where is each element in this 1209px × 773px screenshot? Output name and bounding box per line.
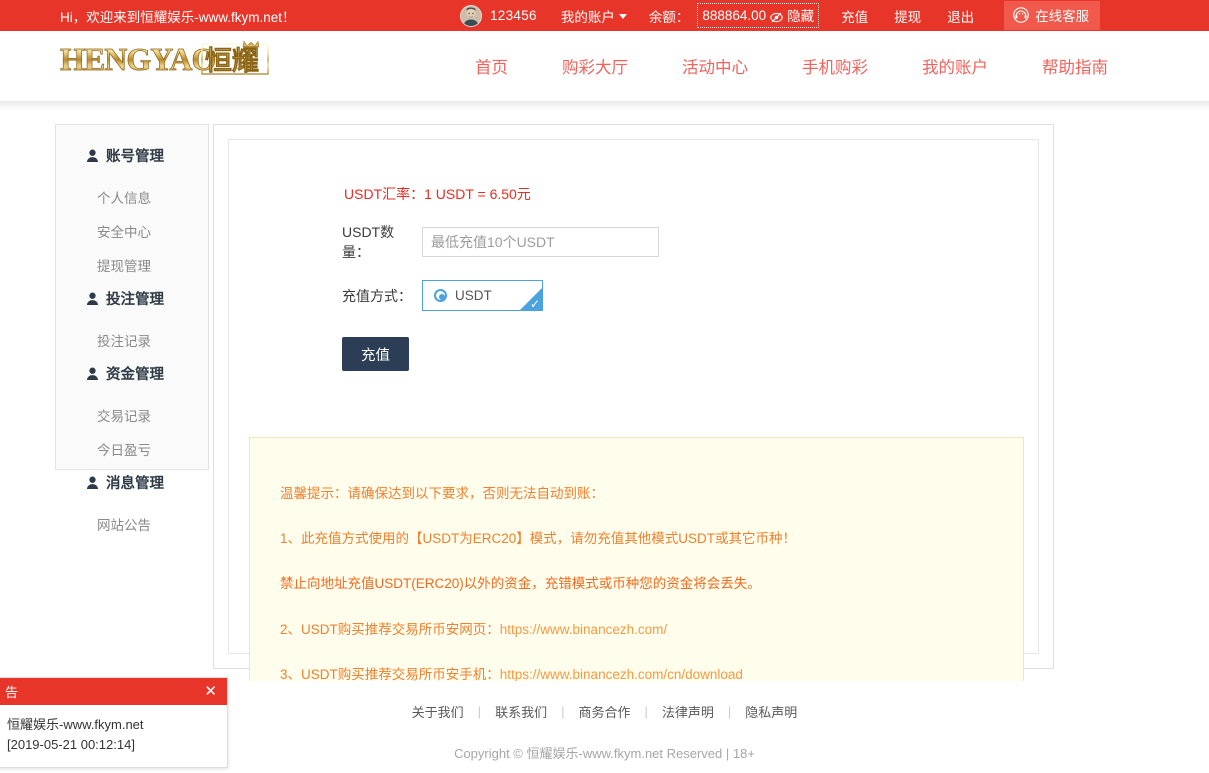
hide-balance-label: 隐藏 [787,5,814,25]
popup-header: 告 ✕ [0,678,227,705]
withdraw-link[interactable]: 提现 [894,6,921,26]
notice-content: 温馨提示：请确保达到以下要求，否则无法自动到账： 1、此充值方式使用的【USDT… [250,438,1023,683]
sidebar-item-announcements[interactable]: 网站公告 [56,507,208,541]
sidebar-group-account[interactable]: 账号管理 [56,139,208,172]
person-icon [86,149,99,163]
radio-selected-icon[interactable] [434,289,447,302]
sidebar-group-label: 资金管理 [106,363,164,384]
footer-link-legal[interactable]: 法律声明 [648,702,728,721]
footer-link-contact[interactable]: 联系我们 [481,702,561,721]
popup-title: 告 [5,682,18,701]
notice-line-1: 温馨提示：请确保达到以下要求，否则无法自动到账： [280,486,1023,502]
top-bar: Hi，欢迎来到恒耀娱乐-www.fkym.net！ 123456 我的账户 余额… [0,0,1209,31]
sidebar-item-withdraw[interactable]: 提现管理 [56,248,208,282]
popup-line-time: [2019-05-21 00:12:14] [7,735,217,755]
announcement-popup: 告 ✕ 恒耀娱乐-www.fkym.net [2019-05-21 00:12:… [0,677,228,768]
payment-method-option-label: USDT [455,288,492,303]
sidebar-group-label: 账号管理 [106,145,164,166]
site-logo[interactable]: HENGYAO 恒耀 [58,39,270,79]
content-panel-inner: USDT汇率：1 USDT = 6.50元 USDT数量： 充值方式： USDT… [228,139,1039,654]
footer-link-about[interactable]: 关于我们 [398,702,478,721]
usdt-amount-input[interactable] [422,227,659,257]
content-panel-outer: USDT汇率：1 USDT = 6.50元 USDT数量： 充值方式： USDT… [213,124,1054,669]
notice-line-3-text: 2、USDT购买推荐交易所币安网页： [280,622,500,637]
welcome-text: Hi，欢迎来到恒耀娱乐-www.fkym.net！ [60,6,296,26]
notice-line-2: 1、此充值方式使用的【USDT为ERC20】模式，请勿充值其他模式USDT或其它… [280,531,1023,547]
binance-mobile-link[interactable]: https://www.binancezh.com/cn/download [500,667,743,682]
balance-group[interactable]: 888864.00 隐藏 [697,3,819,28]
close-icon[interactable]: ✕ [204,684,217,699]
my-account-label: 我的账户 [561,6,615,26]
sidebar-spacer [56,390,208,398]
sidebar-spacer [56,499,208,507]
headset-icon [1013,7,1029,23]
sidebar-spacer [56,172,208,180]
usdt-amount-label: USDT数量： [342,222,422,262]
online-service-button[interactable]: 在线客服 [1004,1,1100,30]
popup-line-site: 恒耀娱乐-www.fkym.net [7,715,217,735]
nav-item-promotion[interactable]: 活动中心 [655,54,775,78]
username-label: 123456 [490,8,537,23]
person-icon [86,476,99,490]
site-header: HENGYAO 恒耀 首页 购彩大厅 活动中心 手机购彩 我的账户 帮助指南 [0,31,1209,101]
header-shadow-divider [0,101,1209,111]
notice-line-4-text: 3、USDT购买推荐交易所币安手机： [280,667,500,682]
chevron-down-icon [619,14,627,19]
nav-item-lottery[interactable]: 购彩大厅 [535,54,655,78]
sidebar-group-betting[interactable]: 投注管理 [56,282,208,315]
nav-item-mobile[interactable]: 手机购彩 [775,54,895,78]
recharge-link[interactable]: 充值 [841,6,868,26]
notice-box: 温馨提示：请确保达到以下要求，否则无法自动到账： 1、此充值方式使用的【USDT… [249,437,1024,697]
popup-body: 恒耀娱乐-www.fkym.net [2019-05-21 00:12:14] [0,705,227,767]
sidebar-group-messages[interactable]: 消息管理 [56,466,208,499]
nav-item-help[interactable]: 帮助指南 [1015,54,1135,78]
nav-item-account[interactable]: 我的账户 [895,54,1015,78]
usdt-rate-text: USDT汇率：1 USDT = 6.50元 [344,184,1038,204]
usdt-amount-row: USDT数量： [342,222,1038,262]
sidebar-group-label: 投注管理 [106,288,164,309]
sidebar-group-funds[interactable]: 资金管理 [56,357,208,390]
online-service-label: 在线客服 [1035,5,1089,25]
footer-link-business[interactable]: 商务合作 [564,702,644,721]
footer-link-privacy[interactable]: 隐私声明 [731,702,811,721]
person-icon [86,367,99,381]
notice-line-warning: 禁止向地址充值USDT(ERC20)以外的资金，充错模式或币种您的资金将会丢失。 [280,576,1023,592]
submit-recharge-button[interactable]: 充值 [342,337,409,371]
sidebar-group-label: 消息管理 [106,472,164,493]
avatar [460,5,482,27]
my-account-menu[interactable]: 我的账户 [561,6,627,26]
sidebar-item-security[interactable]: 安全中心 [56,214,208,248]
sidebar-item-today-pnl[interactable]: 今日盈亏 [56,432,208,466]
eye-icon[interactable] [770,11,783,24]
main-navigation: 首页 购彩大厅 活动中心 手机购彩 我的账户 帮助指南 [448,54,1135,78]
nav-item-home[interactable]: 首页 [448,54,535,78]
svg-text:恒耀: 恒耀 [205,46,259,76]
balance-label: 余额： [649,6,690,26]
balance-amount: 888864.00 [702,8,766,23]
page-body: 账号管理 个人信息 安全中心 提现管理 投注管理 投注记录 资金 [0,111,1209,681]
sidebar-spacer [56,315,208,323]
payment-method-label: 充值方式： [342,286,422,306]
payment-method-usdt-option[interactable]: USDT ✓ [422,280,543,311]
sidebar-item-profile[interactable]: 个人信息 [56,180,208,214]
payment-method-row: 充值方式： USDT ✓ [342,280,1038,311]
sidebar-item-transactions[interactable]: 交易记录 [56,398,208,432]
notice-line-3: 2、USDT购买推荐交易所币安网页：https://www.binancezh.… [280,622,1023,638]
sidebar-item-bet-records[interactable]: 投注记录 [56,323,208,357]
svg-text:HENGYAO: HENGYAO [60,41,216,77]
sidebar: 账号管理 个人信息 安全中心 提现管理 投注管理 投注记录 资金 [55,124,209,470]
check-icon: ✓ [530,298,540,310]
top-bar-right-group: 123456 我的账户 余额： 888864.00 隐藏 充值 提现 退出 [460,1,1100,30]
person-icon [86,292,99,306]
logout-link[interactable]: 退出 [947,6,974,26]
binance-web-link[interactable]: https://www.binancezh.com/ [500,622,667,637]
